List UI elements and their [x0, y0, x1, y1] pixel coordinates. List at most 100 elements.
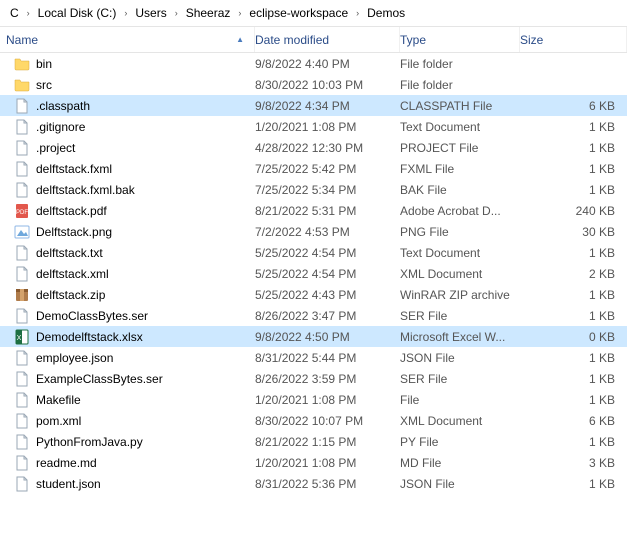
column-header-size[interactable]: Size [520, 27, 627, 52]
breadcrumb-segment[interactable]: Local Disk (C:) [34, 4, 121, 22]
file-row[interactable]: .project4/28/2022 12:30 PMPROJECT File1 … [0, 137, 627, 158]
file-size: 1 KB [520, 288, 627, 302]
file-icon [14, 350, 30, 366]
file-name: delftstack.fxml [36, 162, 112, 176]
column-header-name[interactable]: Name ▲ [0, 27, 255, 52]
file-size: 1 KB [520, 435, 627, 449]
file-type: BAK File [400, 183, 520, 197]
file-row[interactable]: src 8/30/2022 10:03 PMFile folder [0, 74, 627, 95]
file-type: File [400, 393, 520, 407]
file-row[interactable]: delftstack.fxml7/25/2022 5:42 PMFXML Fil… [0, 158, 627, 179]
file-icon [14, 434, 30, 450]
file-date: 5/25/2022 4:54 PM [255, 246, 400, 260]
file-row[interactable]: Delftstack.png7/2/2022 4:53 PMPNG File30… [0, 221, 627, 242]
folder-icon [14, 77, 30, 93]
file-row[interactable]: student.json8/31/2022 5:36 PMJSON File1 … [0, 473, 627, 494]
file-name: delftstack.txt [36, 246, 103, 260]
file-row[interactable]: PythonFromJava.py8/21/2022 1:15 PMPY Fil… [0, 431, 627, 452]
chevron-right-icon: › [175, 8, 178, 18]
file-type: Adobe Acrobat D... [400, 204, 520, 218]
file-icon [14, 182, 30, 198]
file-date: 8/26/2022 3:47 PM [255, 309, 400, 323]
file-size: 30 KB [520, 225, 627, 239]
file-row[interactable]: DemoClassBytes.ser 8/26/2022 3:47 PMSER F… [0, 305, 627, 326]
file-name: pom.xml [36, 414, 81, 428]
pdf-icon: PDF [14, 203, 30, 219]
file-row[interactable]: PDFdelftstack.pdf8/21/2022 5:31 PMAdobe … [0, 200, 627, 221]
file-date: 8/26/2022 3:59 PM [255, 372, 400, 386]
breadcrumb-segment[interactable]: Users [131, 4, 170, 22]
file-icon [14, 455, 30, 471]
file-type: PY File [400, 435, 520, 449]
file-name: ExampleClassBytes.ser [36, 372, 163, 386]
file-size: 1 KB [520, 183, 627, 197]
file-type: CLASSPATH File [400, 99, 520, 113]
file-date: 5/25/2022 4:43 PM [255, 288, 400, 302]
file-icon [14, 413, 30, 429]
file-icon [14, 476, 30, 492]
file-date: 4/28/2022 12:30 PM [255, 141, 400, 155]
file-size: 240 KB [520, 204, 627, 218]
file-date: 8/30/2022 10:03 PM [255, 78, 400, 92]
column-header-type[interactable]: Type [400, 27, 520, 52]
file-size: 1 KB [520, 372, 627, 386]
file-type: SER File [400, 309, 520, 323]
file-icon [14, 98, 30, 114]
file-icon [14, 245, 30, 261]
column-headers: Name ▲ Date modified Type Size [0, 27, 627, 53]
chevron-right-icon: › [356, 8, 359, 18]
file-row[interactable]: .gitignore1/20/2021 1:08 PMText Document… [0, 116, 627, 137]
breadcrumb-segment[interactable]: C [6, 4, 23, 22]
file-name: bin [36, 57, 52, 71]
file-size: 3 KB [520, 456, 627, 470]
file-type: File folder [400, 57, 520, 71]
file-row[interactable]: readme.md1/20/2021 1:08 PMMD File3 KB [0, 452, 627, 473]
file-date: 9/8/2022 4:34 PM [255, 99, 400, 113]
file-row[interactable]: Makefile1/20/2021 1:08 PMFile1 KB [0, 389, 627, 410]
file-name: DemoClassBytes.ser [36, 309, 148, 323]
file-size: 6 KB [520, 414, 627, 428]
file-name: delftstack.xml [36, 267, 109, 281]
file-type: XML Document [400, 267, 520, 281]
file-name: src [36, 78, 52, 92]
file-list: bin9/8/2022 4:40 PMFile folder src 8/30/20… [0, 53, 627, 494]
file-row[interactable]: pom.xml8/30/2022 10:07 PMXML Document6 K… [0, 410, 627, 431]
file-icon [14, 161, 30, 177]
file-row[interactable]: XDemodelftstack.xlsx9/8/2022 4:50 PMMicr… [0, 326, 627, 347]
file-icon [14, 119, 30, 135]
file-date: 7/2/2022 4:53 PM [255, 225, 400, 239]
archive-icon [14, 287, 30, 303]
file-icon [14, 266, 30, 282]
chevron-right-icon: › [238, 8, 241, 18]
file-type: PNG File [400, 225, 520, 239]
file-size: 1 KB [520, 141, 627, 155]
breadcrumb-segment[interactable]: Sheeraz [182, 4, 235, 22]
file-size: 1 KB [520, 393, 627, 407]
breadcrumb-segment[interactable]: Demos [363, 4, 409, 22]
file-type: Text Document [400, 120, 520, 134]
file-date: 1/20/2021 1:08 PM [255, 120, 400, 134]
file-type: WinRAR ZIP archive [400, 288, 520, 302]
file-row[interactable]: delftstack.xml5/25/2022 4:54 PMXML Docum… [0, 263, 627, 284]
file-row[interactable]: bin9/8/2022 4:40 PMFile folder [0, 53, 627, 74]
file-type: XML Document [400, 414, 520, 428]
file-row[interactable]: delftstack.txt5/25/2022 4:54 PMText Docu… [0, 242, 627, 263]
breadcrumb[interactable]: C›Local Disk (C:)›Users›Sheeraz›eclipse-… [0, 0, 627, 27]
file-row[interactable]: delftstack.zip5/25/2022 4:43 PMWinRAR ZI… [0, 284, 627, 305]
file-type: File folder [400, 78, 520, 92]
file-type: MD File [400, 456, 520, 470]
file-date: 8/31/2022 5:44 PM [255, 351, 400, 365]
file-row[interactable]: .classpath9/8/2022 4:34 PMCLASSPATH File… [0, 95, 627, 116]
file-name: Makefile [36, 393, 81, 407]
file-size: 0 KB [520, 330, 627, 344]
breadcrumb-segment[interactable]: eclipse-workspace [245, 4, 352, 22]
column-header-date[interactable]: Date modified [255, 27, 400, 52]
file-row[interactable]: employee.json8/31/2022 5:44 PMJSON File1… [0, 347, 627, 368]
file-name: readme.md [36, 456, 97, 470]
file-icon [14, 371, 30, 387]
file-size: 1 KB [520, 162, 627, 176]
file-name: delftstack.fxml.bak [36, 183, 135, 197]
file-name: employee.json [36, 351, 113, 365]
file-row[interactable]: ExampleClassBytes.ser8/26/2022 3:59 PMSE… [0, 368, 627, 389]
file-row[interactable]: delftstack.fxml.bak7/25/2022 5:34 PMBAK … [0, 179, 627, 200]
